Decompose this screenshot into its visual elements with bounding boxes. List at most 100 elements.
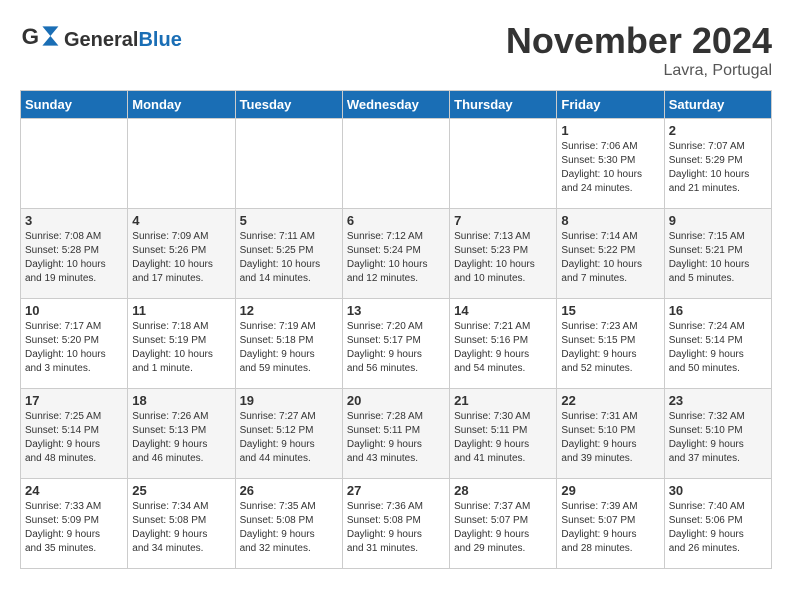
calendar-cell: 13 Sunrise: 7:20 AM Sunset: 5:17 PM Dayli… [342, 299, 449, 389]
day-number: 26 [240, 483, 338, 498]
calendar-cell: 30 Sunrise: 7:40 AM Sunset: 5:06 PM Dayli… [664, 479, 771, 569]
logo-blue: Blue [138, 29, 181, 51]
calendar-cell: 24 Sunrise: 7:33 AM Sunset: 5:09 PM Dayli… [21, 479, 128, 569]
calendar-cell: 2 Sunrise: 7:07 AM Sunset: 5:29 PM Daylig… [664, 119, 771, 209]
day-number: 16 [669, 303, 767, 318]
day-info: Sunrise: 7:20 AM Sunset: 5:17 PM Dayligh… [347, 320, 445, 376]
logo-icon: G [20, 20, 60, 60]
day-number: 1 [561, 123, 659, 138]
weekday-header: Thursday [450, 91, 557, 119]
day-number: 15 [561, 303, 659, 318]
day-number: 10 [25, 303, 123, 318]
day-number: 20 [347, 393, 445, 408]
calendar-cell: 11Sunrise: 7:18 AM Sunset: 5:19 PM Dayli… [128, 299, 235, 389]
day-info: Sunrise: 7:21 AM Sunset: 5:16 PM Dayligh… [454, 320, 552, 376]
calendar-cell: 10 Sunrise: 7:17 AM Sunset: 5:20 PM Dayli… [21, 299, 128, 389]
calendar-cell: 29 Sunrise: 7:39 AM Sunset: 5:07 PM Dayli… [557, 479, 664, 569]
day-info: Sunrise: 7:24 AM Sunset: 5:14 PM Dayligh… [669, 320, 767, 376]
day-info: Sunrise: 7:36 AM Sunset: 5:08 PM Dayligh… [347, 500, 445, 556]
day-number: 25 [132, 483, 230, 498]
calendar-week-row: 10 Sunrise: 7:17 AM Sunset: 5:20 PM Dayli… [21, 299, 772, 389]
calendar-cell: 14 Sunrise: 7:21 AM Sunset: 5:16 PM Dayli… [450, 299, 557, 389]
day-info: Sunrise: 7:27 AM Sunset: 5:12 PM Dayligh… [240, 410, 338, 466]
day-number: 7 [454, 213, 552, 228]
day-number: 28 [454, 483, 552, 498]
day-info: Sunrise: 7:12 AM Sunset: 5:24 PM Dayligh… [347, 230, 445, 286]
day-number: 24 [25, 483, 123, 498]
day-info: Sunrise: 7:40 AM Sunset: 5:06 PM Dayligh… [669, 500, 767, 556]
calendar-cell: 7Sunrise: 7:13 AM Sunset: 5:23 PM Daylig… [450, 209, 557, 299]
calendar-week-row: 1Sunrise: 7:06 AM Sunset: 5:30 PM Daylig… [21, 119, 772, 209]
day-number: 27 [347, 483, 445, 498]
calendar-cell: 27 Sunrise: 7:36 AM Sunset: 5:08 PM Dayli… [342, 479, 449, 569]
calendar-cell: 22 Sunrise: 7:31 AM Sunset: 5:10 PM Dayli… [557, 389, 664, 479]
calendar-cell: 3Sunrise: 7:08 AM Sunset: 5:28 PM Daylig… [21, 209, 128, 299]
day-number: 2 [669, 123, 767, 138]
calendar-cell: 21 Sunrise: 7:30 AM Sunset: 5:11 PM Dayli… [450, 389, 557, 479]
day-info: Sunrise: 7:34 AM Sunset: 5:08 PM Dayligh… [132, 500, 230, 556]
day-number: 8 [561, 213, 659, 228]
calendar-cell: 6Sunrise: 7:12 AM Sunset: 5:24 PM Daylig… [342, 209, 449, 299]
day-info: Sunrise: 7:30 AM Sunset: 5:11 PM Dayligh… [454, 410, 552, 466]
weekday-header: Monday [128, 91, 235, 119]
weekday-header: Saturday [664, 91, 771, 119]
day-info: Sunrise: 7:09 AM Sunset: 5:26 PM Dayligh… [132, 230, 230, 286]
day-number: 30 [669, 483, 767, 498]
weekday-header: Tuesday [235, 91, 342, 119]
day-info: Sunrise: 7:37 AM Sunset: 5:07 PM Dayligh… [454, 500, 552, 556]
calendar-cell: 1Sunrise: 7:06 AM Sunset: 5:30 PM Daylig… [557, 119, 664, 209]
calendar-cell: 20 Sunrise: 7:28 AM Sunset: 5:11 PM Dayli… [342, 389, 449, 479]
calendar-cell: 5Sunrise: 7:11 AM Sunset: 5:25 PM Daylig… [235, 209, 342, 299]
day-info: Sunrise: 7:35 AM Sunset: 5:08 PM Dayligh… [240, 500, 338, 556]
calendar-cell: 4 Sunrise: 7:09 AM Sunset: 5:26 PM Daylig… [128, 209, 235, 299]
day-number: 23 [669, 393, 767, 408]
calendar-week-row: 17 Sunrise: 7:25 AM Sunset: 5:14 PM Dayli… [21, 389, 772, 479]
day-number: 11 [132, 303, 230, 318]
calendar-table: SundayMondayTuesdayWednesdayThursdayFrid… [20, 90, 772, 569]
weekday-header: Sunday [21, 91, 128, 119]
calendar-week-row: 3Sunrise: 7:08 AM Sunset: 5:28 PM Daylig… [21, 209, 772, 299]
day-number: 19 [240, 393, 338, 408]
title-block: November 2024 Lavra, Portugal [506, 20, 772, 80]
day-info: Sunrise: 7:32 AM Sunset: 5:10 PM Dayligh… [669, 410, 767, 466]
day-number: 18 [132, 393, 230, 408]
day-info: Sunrise: 7:23 AM Sunset: 5:15 PM Dayligh… [561, 320, 659, 376]
day-info: Sunrise: 7:14 AM Sunset: 5:22 PM Dayligh… [561, 230, 659, 286]
day-info: Sunrise: 7:17 AM Sunset: 5:20 PM Dayligh… [25, 320, 123, 376]
page-header: G GeneralBlue November 2024 Lavra, Portu… [20, 20, 772, 80]
day-number: 29 [561, 483, 659, 498]
calendar-cell [21, 119, 128, 209]
day-number: 17 [25, 393, 123, 408]
day-number: 22 [561, 393, 659, 408]
calendar-cell: 23 Sunrise: 7:32 AM Sunset: 5:10 PM Dayli… [664, 389, 771, 479]
logo: G GeneralBlue [20, 20, 182, 60]
day-number: 4 [132, 213, 230, 228]
day-info: Sunrise: 7:33 AM Sunset: 5:09 PM Dayligh… [25, 500, 123, 556]
day-info: Sunrise: 7:28 AM Sunset: 5:11 PM Dayligh… [347, 410, 445, 466]
day-info: Sunrise: 7:31 AM Sunset: 5:10 PM Dayligh… [561, 410, 659, 466]
calendar-cell: 8 Sunrise: 7:14 AM Sunset: 5:22 PM Daylig… [557, 209, 664, 299]
day-info: Sunrise: 7:11 AM Sunset: 5:25 PM Dayligh… [240, 230, 338, 286]
calendar-cell: 12 Sunrise: 7:19 AM Sunset: 5:18 PM Dayli… [235, 299, 342, 389]
day-number: 9 [669, 213, 767, 228]
day-number: 14 [454, 303, 552, 318]
logo-general: General [64, 29, 138, 51]
logo-text: GeneralBlue [64, 29, 182, 51]
day-info: Sunrise: 7:15 AM Sunset: 5:21 PM Dayligh… [669, 230, 767, 286]
day-info: Sunrise: 7:07 AM Sunset: 5:29 PM Dayligh… [669, 140, 767, 196]
calendar-cell: 25 Sunrise: 7:34 AM Sunset: 5:08 PM Dayli… [128, 479, 235, 569]
day-number: 21 [454, 393, 552, 408]
calendar-cell: 26 Sunrise: 7:35 AM Sunset: 5:08 PM Dayli… [235, 479, 342, 569]
day-info: Sunrise: 7:25 AM Sunset: 5:14 PM Dayligh… [25, 410, 123, 466]
calendar-cell: 17 Sunrise: 7:25 AM Sunset: 5:14 PM Dayli… [21, 389, 128, 479]
svg-text:G: G [22, 24, 39, 49]
day-info: Sunrise: 7:08 AM Sunset: 5:28 PM Dayligh… [25, 230, 123, 286]
day-number: 13 [347, 303, 445, 318]
calendar-cell [342, 119, 449, 209]
calendar-week-row: 24 Sunrise: 7:33 AM Sunset: 5:09 PM Dayli… [21, 479, 772, 569]
day-number: 12 [240, 303, 338, 318]
location: Lavra, Portugal [506, 62, 772, 80]
day-info: Sunrise: 7:19 AM Sunset: 5:18 PM Dayligh… [240, 320, 338, 376]
day-info: Sunrise: 7:39 AM Sunset: 5:07 PM Dayligh… [561, 500, 659, 556]
month-title: November 2024 [506, 20, 772, 62]
